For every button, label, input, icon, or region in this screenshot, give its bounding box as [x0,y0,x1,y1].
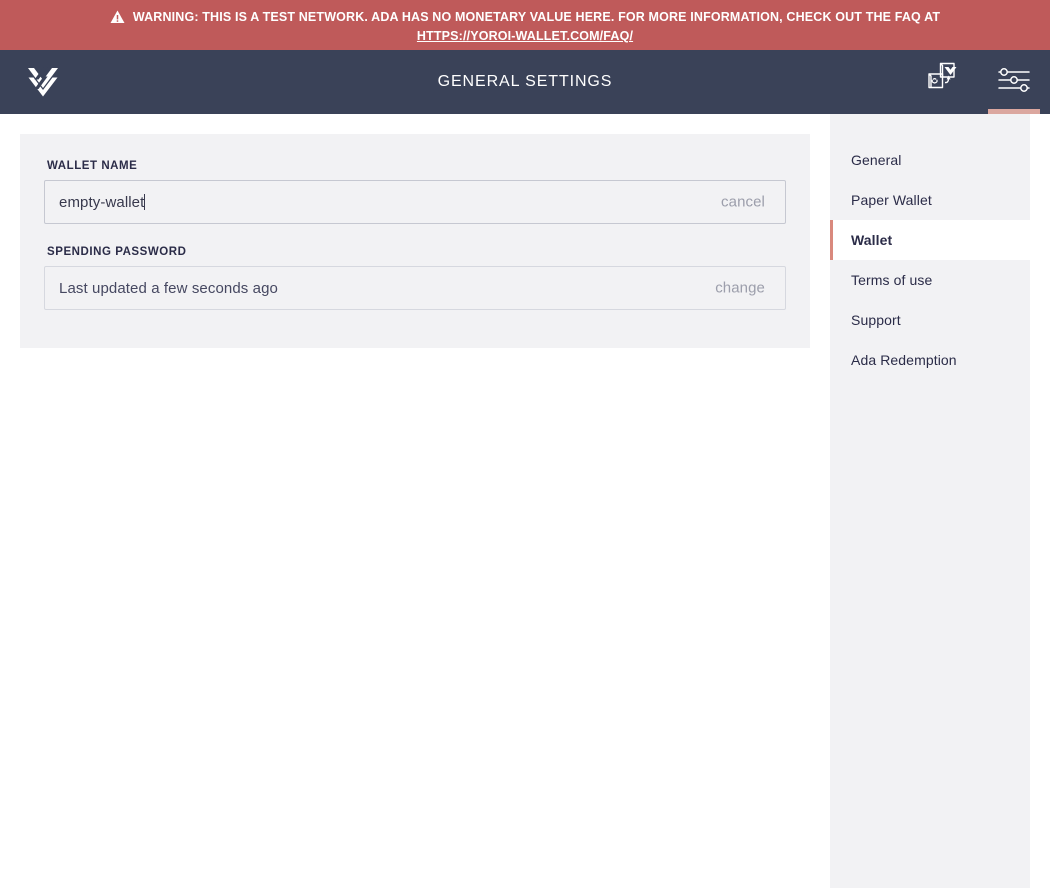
spending-password-field-block: SPENDING PASSWORD Last updated a few sec… [44,246,786,310]
sidebar-item-general[interactable]: General [830,140,1030,180]
page-title: GENERAL SETTINGS [437,73,613,90]
sidebar-item-label: Paper Wallet [851,192,932,208]
sidebar-item-label: General [851,152,902,168]
wallet-name-cancel-link[interactable]: cancel [721,194,765,211]
sidebar-item-terms-of-use[interactable]: Terms of use [830,260,1030,300]
warning-message: WARNING: THIS IS A TEST NETWORK. ADA HAS… [132,9,941,24]
yoroi-logo-icon[interactable] [24,63,62,101]
sidebar-item-support[interactable]: Support [830,300,1030,340]
faq-link[interactable]: HTTPS://YOROI-WALLET.COM/FAQ/ [417,26,633,46]
wallet-name-field-block: WALLET NAME empty-wallet cancel [44,160,786,224]
wallet-switch-icon [920,58,964,107]
wallet-settings-card: WALLET NAME empty-wallet cancel SPENDING… [20,134,810,348]
sidebar-item-wallet[interactable]: Wallet [830,220,1030,260]
sidebar-item-label: Terms of use [851,272,933,288]
sidebar-item-label: Ada Redemption [851,352,957,368]
wallet-name-label: WALLET NAME [47,160,138,172]
sidebar-item-paper-wallet[interactable]: Paper Wallet [830,180,1030,220]
spending-password-status: Last updated a few seconds ago [59,279,278,297]
app-topbar: GENERAL SETTINGS [0,50,1050,114]
settings-menu: General Paper Wallet Wallet Terms of use… [830,114,1030,888]
sidebar-item-label: Wallet [851,232,893,248]
sidebar-item-label: Support [851,312,901,328]
spending-password-input[interactable]: Last updated a few seconds ago change [44,266,786,310]
page-body: WALLET NAME empty-wallet cancel SPENDING… [0,114,1050,888]
warning-text-row: WARNING: THIS IS A TEST NETWORK. ADA HAS… [110,8,940,26]
wallet-name-value: empty-wallet [59,193,145,211]
test-network-warning-banner: WARNING: THIS IS A TEST NETWORK. ADA HAS… [0,0,1050,50]
warning-triangle-icon [110,10,125,24]
wallet-name-input[interactable]: empty-wallet cancel [44,180,786,224]
spending-password-label: SPENDING PASSWORD [47,246,187,258]
spending-password-change-link[interactable]: change [715,280,765,297]
topbar-actions [906,50,1050,114]
wallet-switch-button[interactable] [906,50,978,114]
sidebar-item-ada-redemption[interactable]: Ada Redemption [830,340,1030,380]
settings-button[interactable] [978,50,1050,114]
settings-sliders-icon [996,65,1032,100]
